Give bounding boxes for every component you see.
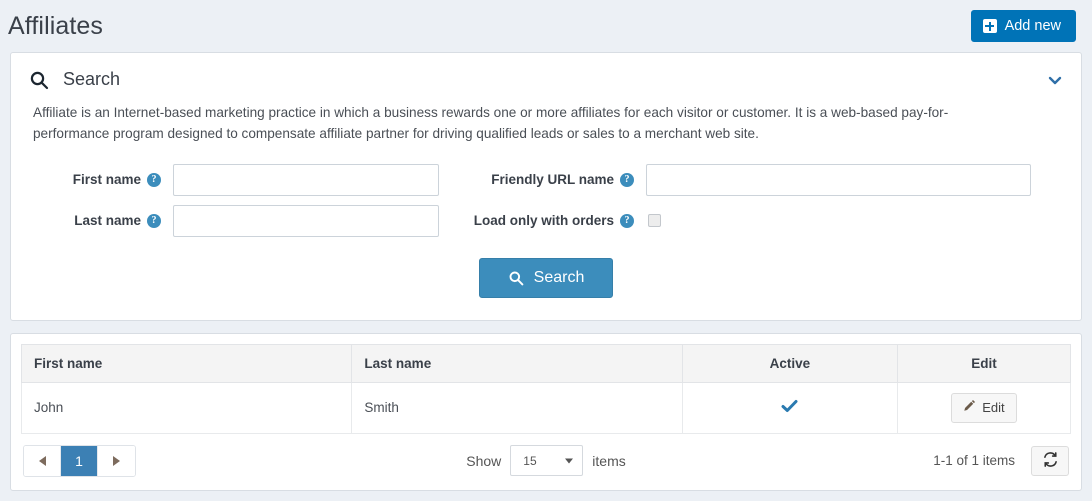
first-name-input[interactable] [173, 164, 439, 196]
refresh-icon [1043, 452, 1058, 470]
help-icon[interactable]: ? [620, 214, 634, 228]
check-icon [781, 398, 798, 417]
search-icon [508, 270, 524, 286]
pagination: 1 [23, 445, 136, 477]
help-icon[interactable]: ? [147, 214, 161, 228]
search-button-label: Search [534, 270, 585, 286]
column-header-last-name[interactable]: Last name [352, 345, 682, 383]
cell-first-name: John [22, 383, 352, 434]
first-name-label: First name ? [11, 172, 173, 187]
affiliates-table: First name Last name Active Edit John Sm… [21, 344, 1071, 434]
add-new-button[interactable]: Add new [971, 10, 1076, 43]
pagination-next-button[interactable] [98, 446, 135, 476]
last-name-label: Last name ? [11, 213, 173, 228]
friendly-url-name-label: Friendly URL name ? [466, 172, 646, 187]
search-panel-header[interactable]: Search [11, 53, 1081, 102]
load-only-with-orders-checkbox[interactable] [648, 214, 661, 227]
refresh-button[interactable] [1031, 446, 1069, 476]
search-form-left-column: First name ? Last name ? [11, 160, 466, 242]
load-only-with-orders-row: Load only with orders ? [466, 201, 1081, 240]
cell-active [682, 383, 897, 434]
friendly-url-name-row: Friendly URL name ? [466, 160, 1081, 199]
results-panel: First name Last name Active Edit John Sm… [10, 333, 1082, 491]
friendly-url-name-input[interactable] [646, 164, 1031, 196]
search-panel-title: Search [63, 69, 1047, 90]
last-name-input[interactable] [173, 205, 439, 237]
column-header-first-name[interactable]: First name [22, 345, 352, 383]
table-header-row: First name Last name Active Edit [22, 345, 1071, 383]
items-label: items [592, 453, 625, 469]
first-name-row: First name ? [11, 160, 466, 199]
first-name-label-text: First name [73, 172, 141, 187]
triangle-left-icon [39, 456, 46, 466]
chevron-down-icon [565, 458, 573, 463]
table-body: John Smith [22, 383, 1071, 434]
help-icon[interactable]: ? [147, 173, 161, 187]
friendly-url-name-label-text: Friendly URL name [491, 172, 614, 187]
triangle-right-icon [113, 456, 120, 466]
page-size-value: 15 [511, 454, 536, 468]
page-size-select[interactable]: 15 [510, 445, 583, 476]
search-button-container: Search [11, 246, 1081, 320]
footer-right-group: 1-1 of 1 items [933, 446, 1069, 476]
column-header-edit: Edit [897, 345, 1070, 383]
help-icon[interactable]: ? [620, 173, 634, 187]
column-header-active[interactable]: Active [682, 345, 897, 383]
page-size-control: Show 15 items [21, 445, 1071, 476]
search-icon [29, 70, 49, 90]
load-only-with-orders-label-text: Load only with orders [474, 213, 614, 228]
search-form: First name ? Last name ? Friendly U [11, 144, 1081, 246]
last-name-row: Last name ? [11, 201, 466, 240]
last-name-label-text: Last name [74, 213, 141, 228]
page-title: Affiliates [8, 12, 103, 41]
cell-last-name: Smith [352, 383, 682, 434]
search-panel-description: Affiliate is an Internet-based marketing… [11, 102, 1041, 144]
page-header: Affiliates Add new [0, 0, 1092, 52]
plus-icon [983, 19, 997, 33]
affiliates-page: Affiliates Add new Search Affiliate is a… [0, 0, 1092, 501]
show-label: Show [466, 453, 501, 469]
cell-edit: Edit [897, 383, 1070, 434]
table-head: First name Last name Active Edit [22, 345, 1071, 383]
edit-button[interactable]: Edit [951, 393, 1016, 423]
add-new-label: Add new [1005, 19, 1061, 34]
search-form-right-column: Friendly URL name ? Load only with order… [466, 160, 1081, 242]
edit-button-label: Edit [982, 400, 1004, 417]
items-count: 1-1 of 1 items [933, 453, 1015, 468]
table-row: John Smith [22, 383, 1071, 434]
search-button[interactable]: Search [479, 258, 614, 298]
search-panel: Search Affiliate is an Internet-based ma… [10, 52, 1082, 321]
chevron-down-icon[interactable] [1047, 72, 1063, 88]
pencil-icon [963, 399, 976, 417]
load-only-with-orders-label: Load only with orders ? [466, 213, 646, 228]
pagination-prev-button[interactable] [24, 446, 61, 476]
table-footer: 1 Show 15 items 1-1 of 1 items [21, 434, 1071, 482]
pagination-page-1[interactable]: 1 [61, 446, 98, 476]
